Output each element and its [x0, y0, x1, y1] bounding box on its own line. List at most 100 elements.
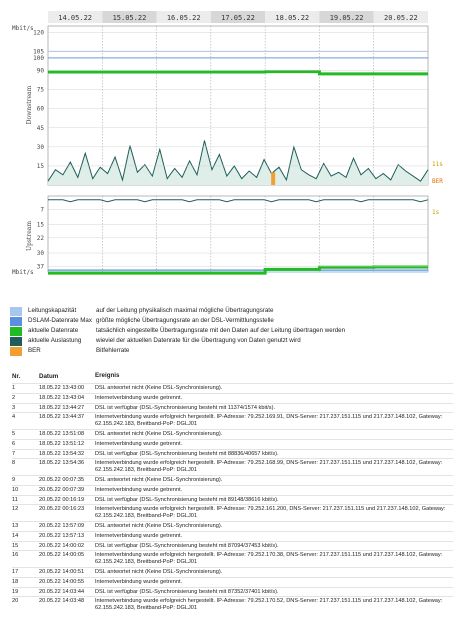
event-text: Internetverbindung wurde erfolgreich her… — [95, 598, 443, 612]
event-text: Internetverbindung wurde erfolgreich her… — [95, 460, 443, 474]
y-tick-label: 30 — [37, 250, 45, 257]
event-text: Internetverbindung wurde getrennt. — [95, 394, 183, 401]
plot-frame — [47, 195, 429, 273]
event-log-table: Nr. Datum Ereignis 1 18.05.22 13:43:00 DSL… — [12, 369, 453, 613]
event-text: DSL ist verfügbar (DSL-Synchronisierung … — [95, 542, 279, 549]
event-nr: 20 — [12, 598, 19, 605]
table-row: 9 20.05.22 00:07:35 DSL antwortet nicht (K… — [12, 474, 453, 485]
y-tick-label: 7 — [40, 206, 44, 213]
date-label: 17.05.22 — [221, 14, 255, 22]
legend-item: aktuelle Datenrate tatsächlich eingestell… — [10, 326, 455, 336]
table-row: 17 20.05.22 14:00:51 DSL antwortet nicht (… — [12, 566, 453, 577]
unit-label: Mbit/s — [12, 25, 34, 32]
event-nr: 15 — [12, 542, 19, 549]
legend-description: Bitfehlerrate — [96, 347, 130, 354]
event-date: 18.05.22 13:54:32 — [39, 450, 85, 457]
chart-legend: Leitungskapazität auf der Leitung physika… — [10, 306, 455, 356]
y-tick-label: 75 — [37, 87, 45, 94]
table-row: 10 20.05.22 00:07:39 Internetverbindung wu… — [12, 484, 453, 495]
table-row: 7 18.05.22 13:54:32 DSL ist verfügbar (DSL… — [12, 448, 453, 459]
legend-item: BER Bitfehlerrate — [10, 346, 455, 356]
table-row: 16 20.05.22 14:00:05 Internetverbindung wu… — [12, 550, 453, 567]
event-nr: 6 — [12, 440, 16, 447]
event-nr: 19 — [12, 588, 19, 595]
y-tick-label: 22 — [37, 235, 45, 242]
date-label: 18.05.22 — [275, 14, 309, 22]
date-header-bar: 14.05.22 15.05.22 16.05.22 17.05.22 18.05.22… — [48, 11, 428, 23]
event-date: 20.05.22 00:16:23 — [39, 506, 85, 513]
event-text: DSL antwortet nicht (Keine DSL-Synchroni… — [95, 385, 223, 391]
table-row: 8 18.05.22 13:54:36 Internetverbindung wur… — [12, 458, 453, 475]
table-row: 18 20.05.22 14:00:55 Internetverbindung wu… — [12, 576, 453, 587]
event-text: Internetverbindung wurde getrennt. — [95, 440, 183, 447]
event-nr: 10 — [12, 486, 19, 493]
legend-name: Leitungskapazität — [28, 307, 77, 314]
y-tick-label: 60 — [37, 106, 45, 113]
event-text: Internetverbindung wurde getrennt. — [95, 486, 183, 493]
y-tick-label: 30 — [37, 144, 45, 151]
event-text: DSL ist verfügbar (DSL-Synchronisierung … — [95, 588, 279, 595]
dsl-stats-chart: 14.05.22 15.05.22 16.05.22 17.05.22 18.05.22… — [12, 11, 443, 276]
event-text: DSL ist verfügbar (DSL-Synchronisierung … — [95, 496, 279, 503]
event-nr: 4 — [12, 414, 16, 421]
event-date: 18.05.22 13:51:12 — [39, 440, 85, 447]
event-text: Internetverbindung wurde erfolgreich her… — [95, 414, 443, 428]
event-date: 20.05.22 13:57:13 — [39, 532, 85, 539]
y-tick-label: 90 — [37, 68, 45, 75]
event-text: DSL antwortet nicht (Keine DSL-Synchroni… — [95, 476, 223, 483]
event-date: 18.05.22 13:51:08 — [39, 430, 85, 437]
event-date: 20.05.22 00:07:35 — [39, 476, 85, 483]
date-label: 14.05.22 — [58, 14, 92, 22]
event-text: Internetverbindung wurde getrennt. — [95, 578, 183, 585]
legend-swatch — [10, 326, 22, 336]
event-nr: 2 — [12, 394, 16, 401]
right-label-ber: BER — [432, 178, 443, 185]
table-row: 3 18.05.22 13:44:27 DSL ist verfügbar (DSL… — [12, 402, 453, 413]
event-text: DSL antwortet nicht (Keine DSL-Synchroni… — [95, 430, 223, 437]
y-tick-label: 15 — [37, 222, 45, 229]
event-log-header: Nr. Datum Ereignis — [12, 369, 453, 383]
table-row: 20 20.05.22 14:03:48 Internetverbindung wu… — [12, 596, 453, 613]
event-text: Internetverbindung wurde erfolgreich her… — [95, 506, 446, 520]
ber-bar — [271, 172, 276, 185]
event-date: 20.05.22 14:00:51 — [39, 568, 85, 575]
table-row: 12 20.05.22 00:16:23 Internetverbindung wu… — [12, 504, 453, 521]
unit-label: Mbit/s — [12, 269, 34, 276]
y-tick-label: 100 — [33, 55, 44, 62]
event-date: 20.05.22 00:07:39 — [39, 486, 85, 493]
legend-swatch — [10, 346, 22, 356]
event-nr: 12 — [12, 506, 19, 513]
event-nr: 8 — [12, 460, 16, 467]
legend-name: aktuelle Auslastung — [28, 337, 82, 344]
table-row: 2 18.05.22 13:43:04 Internetverbindung wur… — [12, 392, 453, 403]
event-nr: 14 — [12, 532, 19, 539]
event-nr: 16 — [12, 552, 19, 559]
event-date: 20.05.22 14:00:55 — [39, 578, 85, 585]
event-nr: 17 — [12, 568, 19, 575]
event-text: DSL antwortet nicht (Keine DSL-Synchroni… — [95, 522, 223, 529]
event-nr: 9 — [12, 476, 16, 483]
legend-swatch — [10, 336, 22, 346]
y-tick-label: 15 — [37, 163, 45, 170]
col-header-nr: Nr. — [12, 372, 21, 380]
event-nr: 18 — [12, 578, 19, 585]
col-header-event: Ereignis — [95, 371, 120, 379]
legend-swatch — [10, 316, 22, 326]
event-date: 20.05.22 14:03:44 — [39, 588, 85, 595]
event-nr: 13 — [12, 522, 19, 529]
event-date: 18.05.22 13:44:27 — [39, 404, 85, 411]
event-date: 18.05.22 13:43:00 — [39, 385, 85, 391]
event-date: 18.05.22 13:44:37 — [39, 414, 85, 421]
date-label: 20.05.22 — [384, 14, 418, 22]
right-label: 1s — [432, 209, 440, 216]
y-tick-label: 120 — [33, 29, 44, 36]
event-date: 20.05.22 00:16:19 — [39, 496, 85, 503]
axis-label: Downstream — [26, 85, 33, 124]
y-tick-label: 45 — [37, 125, 45, 132]
event-date: 20.05.22 14:00:05 — [39, 552, 85, 559]
event-nr: 3 — [12, 404, 16, 411]
event-date: 18.05.22 13:54:36 — [39, 460, 85, 467]
date-label: 15.05.22 — [113, 14, 147, 22]
event-text: DSL ist verfügbar (DSL-Synchronisierung … — [95, 404, 276, 411]
event-nr: 5 — [12, 430, 16, 437]
